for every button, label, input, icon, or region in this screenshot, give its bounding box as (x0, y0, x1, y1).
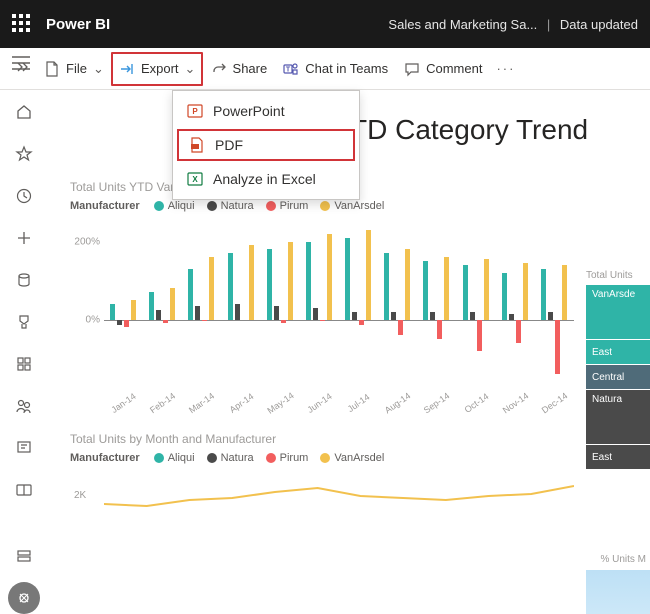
map-title: % Units M (600, 554, 646, 565)
svg-text:P: P (192, 107, 198, 116)
expand-pane-button[interactable] (8, 59, 36, 78)
chart-2-title: Total Units by Month and Manufacturer (70, 432, 574, 446)
file-icon (44, 61, 60, 77)
export-excel-item[interactable]: X Analyze in Excel (173, 163, 359, 195)
share-label: Share (233, 61, 268, 76)
export-label: Export (141, 61, 179, 76)
my-workspace-nav[interactable] (8, 540, 40, 572)
app-header: Power BI Sales and Marketing Sa... | Dat… (0, 0, 650, 48)
app-launcher-icon[interactable] (12, 14, 32, 34)
goals-nav[interactable] (8, 306, 40, 338)
legend-aliqui-2: Aliqui (168, 452, 195, 464)
powerpoint-label: PowerPoint (213, 103, 285, 119)
file-label: File (66, 61, 87, 76)
chart-1-canvas: 0%200% Jan-14Feb-14Mar-14Apr-14May-14Jun… (104, 222, 574, 402)
create-nav[interactable] (8, 222, 40, 254)
swatch-aliqui-2 (154, 453, 164, 463)
legend-aliqui: Aliqui (168, 200, 195, 212)
apps-nav[interactable] (8, 348, 40, 380)
more-options-button[interactable]: ··· (490, 53, 521, 85)
legend-natura: Natura (221, 200, 254, 212)
export-dropdown: P PowerPoint PDF X Analyze in Excel (172, 90, 360, 200)
treemap-tile[interactable]: East (586, 445, 650, 469)
map-visual[interactable] (586, 570, 650, 614)
left-nav-rail (0, 90, 48, 614)
chart-2-ytick: 2K (74, 490, 86, 501)
teams-icon: T (283, 61, 299, 77)
recent-nav[interactable] (8, 180, 40, 212)
treemap-tile[interactable]: VanArsde (586, 285, 650, 339)
export-powerpoint-item[interactable]: P PowerPoint (173, 95, 359, 127)
treemap-tile[interactable]: Central (586, 365, 650, 389)
svg-text:T: T (286, 66, 291, 73)
command-bar: File ⌄ Export ⌄ Share T Chat in Teams Co… (0, 48, 650, 90)
app-title: Power BI (46, 16, 110, 33)
pdf-label: PDF (215, 137, 243, 153)
export-pdf-item[interactable]: PDF (177, 129, 355, 161)
treemap-tile[interactable]: East (586, 340, 650, 364)
favorites-nav[interactable] (8, 138, 40, 170)
swatch-pirum (266, 201, 276, 211)
chat-label: Chat in Teams (305, 61, 388, 76)
data-status: Data updated (560, 17, 638, 32)
share-icon (211, 61, 227, 77)
swatch-vanarsdel (320, 201, 330, 211)
comment-button[interactable]: Comment (396, 53, 490, 85)
swatch-natura (207, 201, 217, 211)
share-button[interactable]: Share (203, 53, 276, 85)
comment-icon (404, 61, 420, 77)
chat-teams-button[interactable]: T Chat in Teams (275, 53, 396, 85)
swatch-natura-2 (207, 453, 217, 463)
swatch-pirum-2 (266, 453, 276, 463)
ellipsis-icon: ··· (496, 61, 515, 76)
export-icon (119, 61, 135, 77)
treemap-tile[interactable]: Natura (586, 390, 650, 444)
learn-nav[interactable] (8, 432, 40, 464)
legend-vanarsdel: VanArsdel (334, 200, 384, 212)
file-menu-button[interactable]: File ⌄ (36, 53, 111, 85)
legend-pirum-2: Pirum (280, 452, 309, 464)
powerpoint-icon: P (187, 103, 203, 119)
legend-pirum: Pirum (280, 200, 309, 212)
comment-label: Comment (426, 61, 482, 76)
swatch-aliqui (154, 201, 164, 211)
legend-vanarsdel-2: VanArsdel (334, 452, 384, 464)
chart-1-legend: Manufacturer Aliqui Natura Pirum VanArsd… (70, 200, 574, 212)
home-nav[interactable] (8, 96, 40, 128)
chevron-down-icon: ⌄ (93, 61, 103, 77)
pdf-icon (189, 137, 205, 153)
chart-2[interactable]: Total Units by Month and Manufacturer Ma… (64, 432, 574, 534)
chart-2-legend: Manufacturer Aliqui Natura Pirum VanArsd… (70, 452, 574, 464)
excel-icon: X (187, 171, 203, 187)
legend-label-2: Manufacturer (70, 452, 140, 464)
export-menu-button[interactable]: Export ⌄ (111, 52, 203, 86)
svg-text:X: X (192, 175, 198, 184)
breadcrumb[interactable]: Sales and Marketing Sa... (388, 17, 537, 32)
datasets-nav[interactable] (8, 264, 40, 296)
chevron-down-icon: ⌄ (185, 61, 195, 77)
excel-label: Analyze in Excel (213, 171, 316, 187)
swatch-vanarsdel-2 (320, 453, 330, 463)
right-tiles: Total Units VanArsdeEastCentralNaturaEas… (586, 270, 650, 470)
shared-nav[interactable] (8, 390, 40, 422)
current-workspace-nav[interactable] (8, 582, 40, 614)
legend-label: Manufacturer (70, 200, 140, 212)
right-tiles-title: Total Units (586, 270, 650, 281)
chart-1[interactable]: Total Units YTD Var % by Month and Manuf… (64, 180, 574, 402)
chart-2-canvas: 2K (104, 474, 574, 534)
legend-natura-2: Natura (221, 452, 254, 464)
workspaces-nav[interactable] (8, 474, 40, 506)
header-context: Sales and Marketing Sa... | Data updated (388, 17, 638, 32)
